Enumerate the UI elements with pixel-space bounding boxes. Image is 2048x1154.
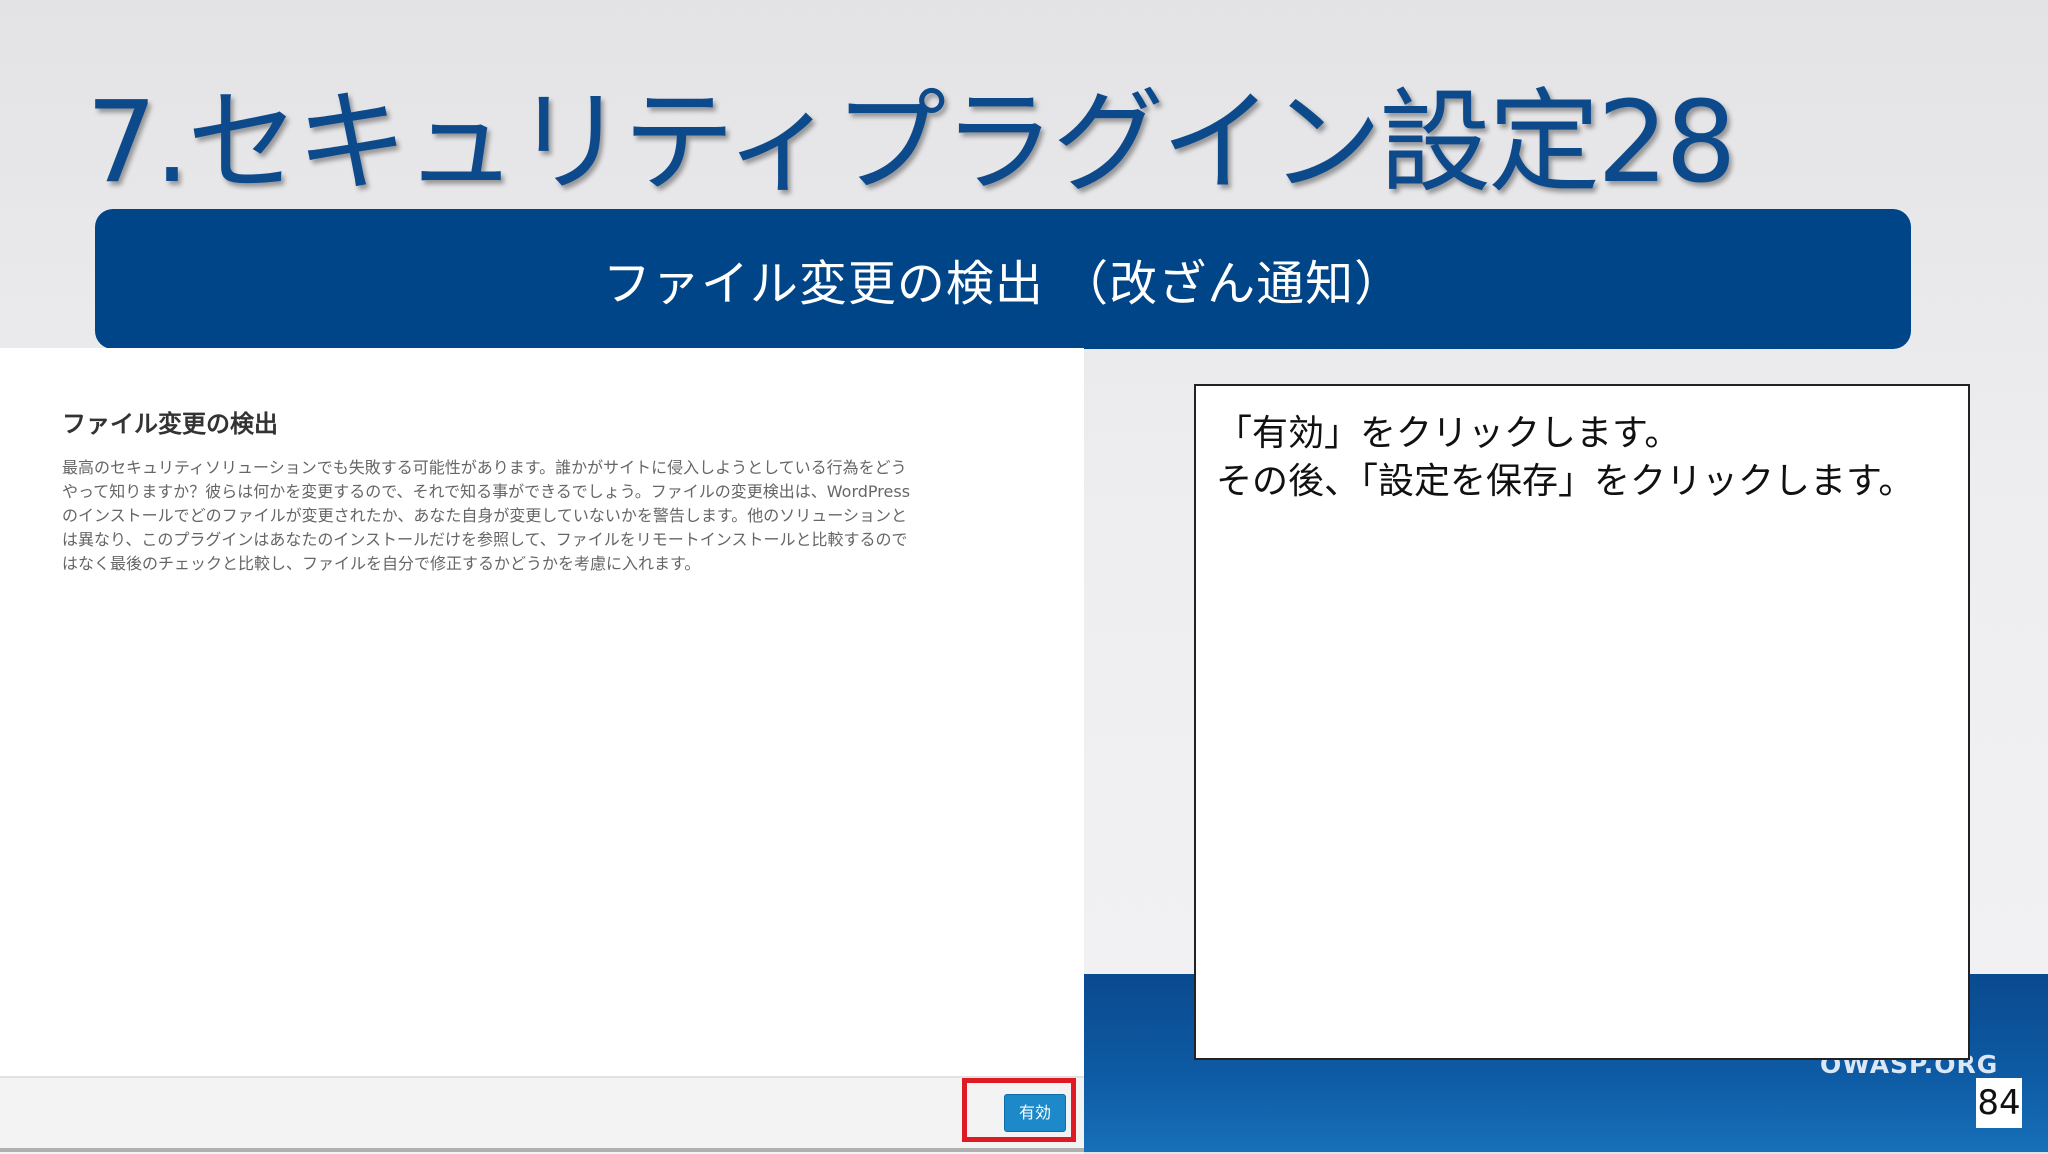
plugin-screenshot-panel: ファイル変更の検出 最高のセキュリティソリューションでも失敗する可能性があります… <box>0 348 1084 1154</box>
panel-footer-bar <box>0 1076 1084 1154</box>
panel-heading: ファイル変更の検出 <box>62 410 278 438</box>
highlight-box <box>962 1078 1076 1142</box>
description-line: のインストールでどのファイルが変更されたか、あなた自身が変更していないかを警告し… <box>62 506 907 525</box>
horizontal-scrollbar[interactable] <box>0 1148 1084 1152</box>
description-line: は異なり、このプラグインはあなたのインストールだけを参照して、ファイルをリモート… <box>62 530 908 549</box>
section-banner: ファイル変更の検出 （改ざん通知） <box>95 209 1911 349</box>
callout-line: 「有効」をクリックします。 <box>1216 413 1681 454</box>
instruction-callout: 「有効」をクリックします。 その後、「設定を保存」をクリックします。 <box>1194 384 1970 1060</box>
description-line: やって知りますか？彼らは何かを変更するので、それで知る事ができるでしょう。ファイ… <box>62 482 911 501</box>
slide-title: 7.セキュリティプラグイン設定28 <box>86 78 1737 208</box>
banner-text: ファイル変更の検出 （改ざん通知） <box>602 256 1404 312</box>
description-line: はなく最後のチェックと比較し、ファイルを自分で修正するかどうかを考慮に入れます。 <box>62 554 701 573</box>
page-number: 84 <box>1976 1078 2022 1128</box>
description-line: 最高のセキュリティソリューションでも失敗する可能性があります。誰かがサイトに侵入… <box>62 458 907 477</box>
callout-line: その後、「設定を保存」をクリックします。 <box>1216 461 1915 502</box>
panel-description: 最高のセキュリティソリューションでも失敗する可能性があります。誰かがサイトに侵入… <box>62 456 942 576</box>
